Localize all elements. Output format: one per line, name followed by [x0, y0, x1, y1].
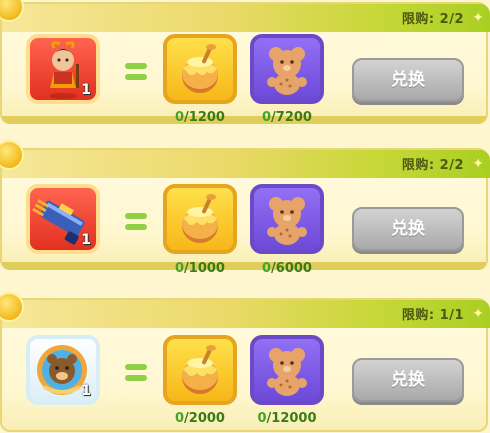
cost-count-cookie: 0/12000: [250, 411, 324, 426]
card-header-ribbon: 限购: 2/2 ✦: [2, 150, 490, 178]
cost-slot-honey[interactable]: [163, 184, 237, 254]
sparkle-icon: ✦: [472, 10, 484, 26]
bear-cookie-icon: [267, 197, 307, 245]
reward-slot[interactable]: 1: [26, 184, 100, 254]
sparkle-icon: ✦: [472, 156, 484, 172]
equals-icon: [125, 63, 147, 81]
honey-pot-icon: [182, 44, 218, 93]
card-bottom-edge: [2, 116, 486, 124]
cost-count-honey: 0/1200: [163, 110, 237, 125]
purchase-limit-label: 限购: 2/2: [401, 12, 464, 27]
required-amount: /6000: [271, 261, 312, 276]
required-amount: /12000: [266, 411, 317, 426]
required-amount: /7200: [271, 110, 312, 125]
required-amount: /2000: [184, 411, 225, 426]
cost-slot-honey[interactable]: [163, 335, 237, 405]
required-amount: /1000: [184, 261, 225, 276]
reward-quantity: 1: [81, 383, 91, 399]
purchase-limit-label: 限购: 1/1: [401, 308, 464, 323]
card-header-ribbon: 限购: 2/2 ✦: [2, 4, 490, 32]
honey-pot-icon: [182, 194, 218, 243]
reward-quantity: 1: [81, 232, 91, 248]
equals-icon: [125, 213, 147, 231]
sparkle-icon: ✦: [472, 306, 484, 322]
reward-quantity: 1: [81, 82, 91, 98]
cost-count-honey: 0/2000: [163, 411, 237, 426]
exchange-button[interactable]: 兑换: [352, 207, 464, 251]
purchase-limit-label: 限购: 2/2: [401, 158, 464, 173]
card-header-ribbon: 限购: 1/1 ✦: [2, 300, 490, 328]
honey-pot-icon: [182, 345, 218, 394]
cost-slot-honey[interactable]: [163, 34, 237, 104]
bear-cookie-icon: [267, 47, 307, 95]
cost-count-honey: 0/1000: [163, 261, 237, 276]
exchange-button[interactable]: 兑换: [352, 58, 464, 102]
card-bottom-edge: [2, 262, 486, 270]
owned-amount: 0: [262, 261, 272, 276]
required-amount: /1200: [184, 110, 225, 125]
cost-slot-cookie[interactable]: [250, 335, 324, 405]
reward-slot[interactable]: 1: [26, 335, 100, 405]
owned-amount: 0: [257, 411, 267, 426]
owned-amount: 0: [262, 110, 272, 125]
cost-count-cookie: 0/6000: [250, 261, 324, 276]
owned-amount: 0: [175, 261, 185, 276]
cost-slot-cookie[interactable]: [250, 34, 324, 104]
cost-count-cookie: 0/7200: [250, 110, 324, 125]
cost-slot-cookie[interactable]: [250, 184, 324, 254]
owned-amount: 0: [175, 110, 185, 125]
exchange-button[interactable]: 兑换: [352, 358, 464, 402]
owned-amount: 0: [175, 411, 185, 426]
equals-icon: [125, 364, 147, 382]
bear-cookie-icon: [267, 348, 307, 396]
reward-slot[interactable]: 1: [26, 34, 100, 104]
